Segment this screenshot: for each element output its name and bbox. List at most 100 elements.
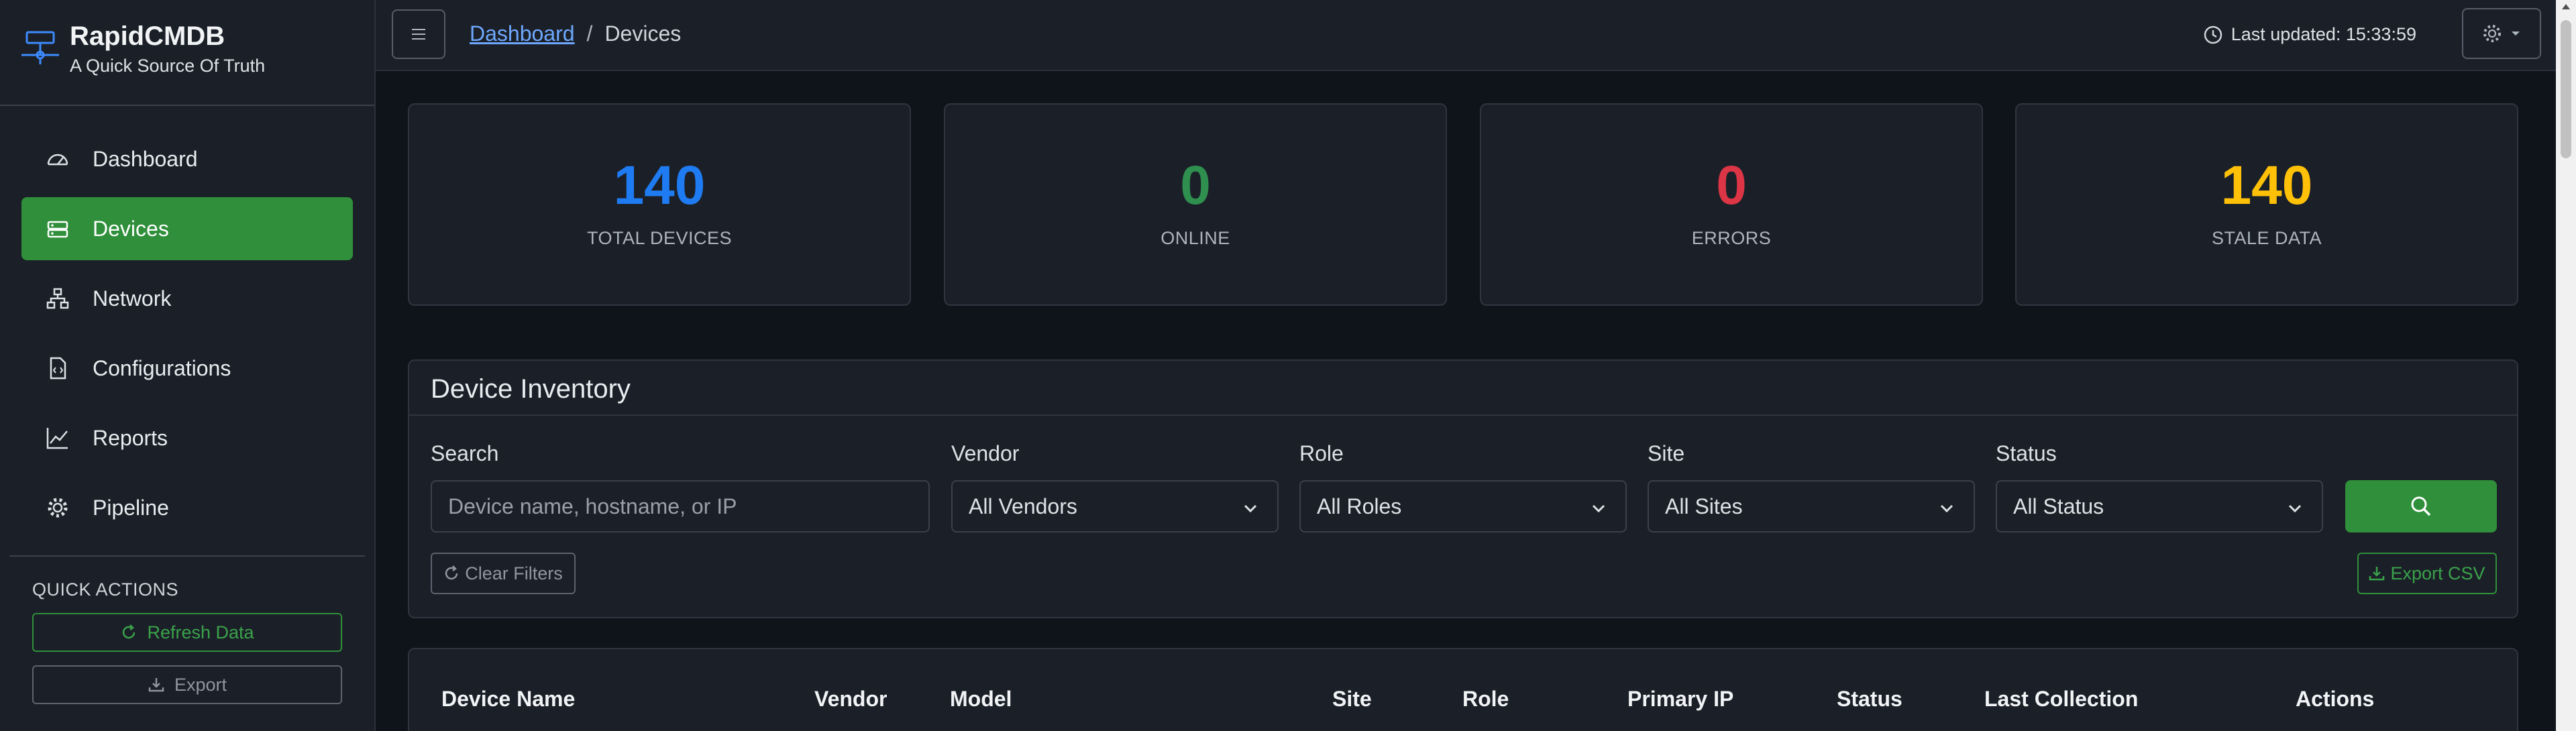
sidebar-item-label: Dashboard bbox=[93, 146, 198, 171]
stat-label: ERRORS bbox=[1691, 228, 1772, 248]
site-label: Site bbox=[1648, 441, 1685, 465]
stat-card-online: 0 ONLINE bbox=[944, 103, 1447, 306]
vendor-select[interactable]: All Vendors bbox=[951, 480, 1279, 532]
sidebar-item-pipeline[interactable]: Pipeline bbox=[21, 476, 353, 539]
sidebar-item-devices[interactable]: Devices bbox=[21, 197, 353, 260]
breadcrumb: Dashboard / Devices bbox=[470, 21, 681, 46]
chevron-down-icon bbox=[2288, 504, 2302, 513]
scroll-up-arrow-icon[interactable] bbox=[2562, 4, 2570, 9]
last-updated: Last updated: 15:33:59 bbox=[2203, 24, 2416, 45]
search-input[interactable] bbox=[431, 480, 930, 532]
sidebar-divider bbox=[9, 555, 365, 557]
sidebar-item-configurations[interactable]: Configurations bbox=[21, 337, 353, 400]
panel-header: Device Inventory bbox=[409, 361, 2517, 416]
app-root: RapidCMDB A Quick Source Of Truth Dashbo… bbox=[0, 0, 2576, 731]
column-header-primary-ip[interactable]: Primary IP bbox=[1627, 687, 1733, 712]
refresh-icon bbox=[123, 624, 136, 639]
site-select[interactable]: All Sites bbox=[1648, 480, 1975, 532]
brand-subtitle: A Quick Source Of Truth bbox=[70, 56, 266, 76]
column-header-last-collection[interactable]: Last Collection bbox=[1984, 687, 2138, 712]
stat-card-stale-data: 140 STALE DATA bbox=[2015, 103, 2518, 306]
sidebar-item-label: Devices bbox=[93, 216, 169, 241]
export-csv-label: Export CSV bbox=[2390, 563, 2485, 583]
stat-card-total-devices: 140 TOTAL DEVICES bbox=[408, 103, 911, 306]
role-label: Role bbox=[1299, 441, 1344, 465]
chevron-down-icon bbox=[1940, 504, 1953, 513]
clock-icon bbox=[2204, 25, 2222, 44]
download-icon bbox=[2369, 567, 2385, 581]
export-csv-button[interactable]: Export CSV bbox=[2357, 553, 2497, 594]
refresh-data-label: Refresh Data bbox=[147, 622, 254, 642]
column-header-status[interactable]: Status bbox=[1837, 687, 1902, 712]
page-scrollbar[interactable] bbox=[2556, 0, 2576, 731]
brand-title: RapidCMDB bbox=[70, 21, 225, 51]
role-select-value: All Roles bbox=[1317, 494, 1402, 518]
graph-up-icon bbox=[46, 428, 68, 449]
sidebar-item-label: Reports bbox=[93, 425, 168, 450]
site-select-value: All Sites bbox=[1665, 494, 1743, 518]
stat-card-errors: 0 ERRORS bbox=[1480, 103, 1983, 306]
last-updated-text: Last updated: 15:33:59 bbox=[2231, 24, 2416, 44]
chevron-down-icon bbox=[1244, 504, 1257, 513]
search-icon bbox=[2411, 496, 2431, 516]
gear-icon bbox=[48, 498, 68, 518]
settings-dropdown-button[interactable] bbox=[2462, 8, 2541, 59]
column-header-role[interactable]: Role bbox=[1462, 687, 1509, 712]
hamburger-icon bbox=[412, 29, 425, 40]
gear-icon bbox=[2483, 25, 2501, 42]
column-header-vendor[interactable]: Vendor bbox=[814, 687, 887, 712]
stat-value: 140 bbox=[2220, 155, 2313, 216]
network-logo-icon bbox=[21, 31, 59, 64]
stat-label: ONLINE bbox=[1161, 228, 1230, 248]
sidebar-toggle-button[interactable] bbox=[392, 9, 445, 59]
panel-title: Device Inventory bbox=[431, 374, 631, 404]
sidebar: RapidCMDB A Quick Source Of Truth Dashbo… bbox=[0, 0, 376, 731]
stat-label: STALE DATA bbox=[2211, 228, 2322, 248]
sidebar-item-network[interactable]: Network bbox=[21, 267, 353, 330]
sidebar-item-label: Configurations bbox=[93, 355, 231, 380]
search-button[interactable] bbox=[2345, 480, 2497, 532]
file-code-icon bbox=[50, 357, 66, 380]
sidebar-item-reports[interactable]: Reports bbox=[21, 406, 353, 469]
stat-value: 140 bbox=[613, 155, 706, 216]
hdd-rack-icon bbox=[47, 221, 68, 238]
quick-actions-title: QUICK ACTIONS bbox=[32, 579, 179, 600]
diagram-icon bbox=[46, 288, 69, 309]
devices-table: Device Name Vendor Model Site Role Prima… bbox=[408, 648, 2518, 731]
role-select[interactable]: All Roles bbox=[1299, 480, 1627, 532]
breadcrumb-current: Devices bbox=[604, 21, 682, 46]
scrollbar-thumb[interactable] bbox=[2561, 20, 2571, 158]
caret-down-icon bbox=[2512, 32, 2520, 36]
stat-value: 0 bbox=[1180, 155, 1211, 216]
vendor-select-value: All Vendors bbox=[969, 494, 1077, 518]
stat-value: 0 bbox=[1716, 155, 1747, 216]
export-label: Export bbox=[174, 674, 227, 695]
download-icon bbox=[148, 678, 164, 692]
sidebar-item-label: Pipeline bbox=[93, 495, 169, 520]
status-label: Status bbox=[1996, 441, 2057, 465]
speedometer-icon bbox=[47, 154, 68, 166]
breadcrumb-separator: / bbox=[586, 21, 593, 46]
column-header-site[interactable]: Site bbox=[1332, 687, 1372, 712]
vendor-label: Vendor bbox=[951, 441, 1020, 465]
sidebar-item-label: Network bbox=[93, 286, 172, 311]
status-select[interactable]: All Status bbox=[1996, 480, 2323, 532]
top-bar: Dashboard / Devices Last updated: 15:33:… bbox=[376, 0, 2556, 71]
sidebar-item-dashboard[interactable]: Dashboard bbox=[21, 127, 353, 190]
device-inventory-panel: Device Inventory Search Vendor All Vendo… bbox=[408, 359, 2518, 618]
stat-label: TOTAL DEVICES bbox=[586, 228, 733, 248]
refresh-icon bbox=[445, 565, 458, 580]
column-header-actions: Actions bbox=[2296, 687, 2375, 711]
search-label: Search bbox=[431, 441, 499, 465]
status-select-value: All Status bbox=[2013, 494, 2104, 518]
sidebar-divider bbox=[0, 105, 374, 106]
clear-filters-label: Clear Filters bbox=[465, 563, 563, 583]
brand[interactable]: RapidCMDB A Quick Source Of Truth bbox=[20, 19, 265, 78]
clear-filters-button[interactable]: Clear Filters bbox=[431, 553, 576, 594]
sidebar-nav: Dashboard Devices Network Configurations… bbox=[21, 127, 353, 546]
column-header-device-name[interactable]: Device Name bbox=[441, 687, 575, 712]
breadcrumb-dashboard-link[interactable]: Dashboard bbox=[470, 21, 575, 46]
column-header-model[interactable]: Model bbox=[950, 687, 1012, 712]
refresh-data-button[interactable]: Refresh Data bbox=[32, 613, 342, 652]
export-button[interactable]: Export bbox=[32, 665, 342, 704]
